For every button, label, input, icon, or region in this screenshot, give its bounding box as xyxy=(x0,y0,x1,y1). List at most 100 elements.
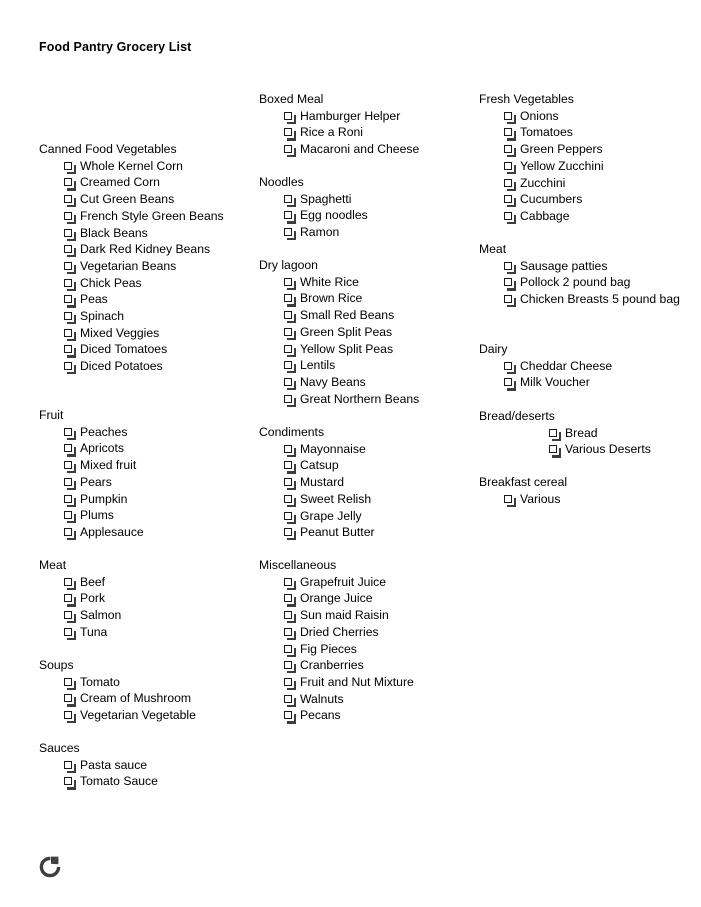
list-item[interactable]: Milk Voucher xyxy=(479,374,689,391)
list-item[interactable]: Walnuts xyxy=(259,691,474,708)
list-item[interactable]: Peaches xyxy=(39,424,249,441)
checkbox-icon[interactable] xyxy=(64,228,77,241)
checkbox-icon[interactable] xyxy=(549,428,562,441)
list-item[interactable]: Yellow Zucchini xyxy=(479,158,689,175)
checkbox-icon[interactable] xyxy=(64,627,77,640)
list-item[interactable]: Onions xyxy=(479,108,689,125)
list-item[interactable]: Cranberries xyxy=(259,657,474,674)
list-item[interactable]: Tuna xyxy=(39,624,249,641)
list-item[interactable]: Great Northern Beans xyxy=(259,391,474,408)
list-item[interactable]: Mixed Veggies xyxy=(39,325,249,342)
checkbox-icon[interactable] xyxy=(64,511,77,524)
list-item[interactable]: Cucumbers xyxy=(479,191,689,208)
list-item[interactable]: Vegetarian Vegetable xyxy=(39,707,249,724)
checkbox-icon[interactable] xyxy=(284,294,297,307)
list-item[interactable]: Cheddar Cheese xyxy=(479,358,689,375)
list-item[interactable]: Vegetarian Beans xyxy=(39,258,249,275)
checkbox-icon[interactable] xyxy=(284,128,297,141)
list-item[interactable]: Spaghetti xyxy=(259,191,474,208)
checkbox-icon[interactable] xyxy=(504,111,517,124)
circular-arrow-share-icon[interactable] xyxy=(38,855,62,879)
checkbox-icon[interactable] xyxy=(284,228,297,241)
list-item[interactable]: Brown Rice xyxy=(259,290,474,307)
checkbox-icon[interactable] xyxy=(284,277,297,290)
list-item[interactable]: Chick Peas xyxy=(39,275,249,292)
checkbox-icon[interactable] xyxy=(64,461,77,474)
list-item[interactable]: Diced Potatoes xyxy=(39,358,249,375)
list-item[interactable]: Whole Kernel Corn xyxy=(39,158,249,175)
list-item[interactable]: Diced Tomatoes xyxy=(39,341,249,358)
checkbox-icon[interactable] xyxy=(64,611,77,624)
checkbox-icon[interactable] xyxy=(64,211,77,224)
list-item[interactable]: Applesauce xyxy=(39,524,249,541)
list-item[interactable]: Pears xyxy=(39,474,249,491)
list-item[interactable]: Beef xyxy=(39,574,249,591)
checkbox-icon[interactable] xyxy=(504,178,517,191)
checkbox-icon[interactable] xyxy=(284,627,297,640)
checkbox-icon[interactable] xyxy=(504,278,517,291)
checkbox-icon[interactable] xyxy=(504,195,517,208)
checkbox-icon[interactable] xyxy=(64,760,77,773)
list-item[interactable]: Zucchini xyxy=(479,175,689,192)
list-item[interactable]: Tomato Sauce xyxy=(39,773,249,790)
checkbox-icon[interactable] xyxy=(284,594,297,607)
checkbox-icon[interactable] xyxy=(504,145,517,158)
list-item[interactable]: Cabbage xyxy=(479,208,689,225)
list-item[interactable]: Sausage patties xyxy=(479,258,689,275)
checkbox-icon[interactable] xyxy=(64,677,77,690)
checkbox-icon[interactable] xyxy=(504,494,517,507)
list-item[interactable]: Grapefruit Juice xyxy=(259,574,474,591)
checkbox-icon[interactable] xyxy=(504,295,517,308)
checkbox-icon[interactable] xyxy=(64,245,77,258)
checkbox-icon[interactable] xyxy=(504,361,517,374)
checkbox-icon[interactable] xyxy=(64,577,77,590)
list-item[interactable]: Fruit and Nut Mixture xyxy=(259,674,474,691)
checkbox-icon[interactable] xyxy=(64,477,77,490)
list-item[interactable]: Yellow Split Peas xyxy=(259,341,474,358)
list-item[interactable]: Bread xyxy=(479,425,689,442)
checkbox-icon[interactable] xyxy=(284,444,297,457)
checkbox-icon[interactable] xyxy=(64,777,77,790)
list-item[interactable]: Pumpkin xyxy=(39,491,249,508)
checkbox-icon[interactable] xyxy=(64,594,77,607)
list-item[interactable]: Various xyxy=(479,491,689,508)
list-item[interactable]: Peas xyxy=(39,291,249,308)
list-item[interactable]: Spinach xyxy=(39,308,249,325)
list-item[interactable]: Sweet Relish xyxy=(259,491,474,508)
checkbox-icon[interactable] xyxy=(504,378,517,391)
checkbox-icon[interactable] xyxy=(284,611,297,624)
list-item[interactable]: Mixed fruit xyxy=(39,457,249,474)
list-item[interactable]: Creamed Corn xyxy=(39,174,249,191)
list-item[interactable]: Green Split Peas xyxy=(259,324,474,341)
list-item[interactable]: Pasta sauce xyxy=(39,757,249,774)
checkbox-icon[interactable] xyxy=(64,494,77,507)
checkbox-icon[interactable] xyxy=(284,327,297,340)
checkbox-icon[interactable] xyxy=(284,577,297,590)
list-item[interactable]: Mustard xyxy=(259,474,474,491)
list-item[interactable]: Green Peppers xyxy=(479,141,689,158)
checkbox-icon[interactable] xyxy=(284,211,297,224)
list-item[interactable]: Various Deserts xyxy=(479,441,689,458)
list-item[interactable]: Ramon xyxy=(259,224,474,241)
list-item[interactable]: Orange Juice xyxy=(259,590,474,607)
checkbox-icon[interactable] xyxy=(64,261,77,275)
checkbox-icon[interactable] xyxy=(284,494,297,507)
list-item[interactable]: Sun maid Raisin xyxy=(259,607,474,624)
list-item[interactable]: Navy Beans xyxy=(259,374,474,391)
list-item[interactable]: Black Beans xyxy=(39,225,249,242)
checkbox-icon[interactable] xyxy=(64,195,77,208)
checkbox-icon[interactable] xyxy=(284,711,297,724)
list-item[interactable]: Fig Pieces xyxy=(259,641,474,658)
list-item[interactable]: Hamburger Helper xyxy=(259,108,474,125)
list-item[interactable]: Pollock 2 pound bag xyxy=(479,274,689,291)
list-item[interactable]: Dark Red Kidney Beans xyxy=(39,241,249,258)
checkbox-icon[interactable] xyxy=(504,261,517,274)
checkbox-icon[interactable] xyxy=(284,145,297,158)
checkbox-icon[interactable] xyxy=(284,661,297,674)
checkbox-icon[interactable] xyxy=(284,694,297,707)
checkbox-icon[interactable] xyxy=(504,161,517,174)
checkbox-icon[interactable] xyxy=(284,111,297,124)
checkbox-icon[interactable] xyxy=(284,677,297,691)
checkbox-icon[interactable] xyxy=(284,377,297,391)
checkbox-icon[interactable] xyxy=(64,345,77,358)
